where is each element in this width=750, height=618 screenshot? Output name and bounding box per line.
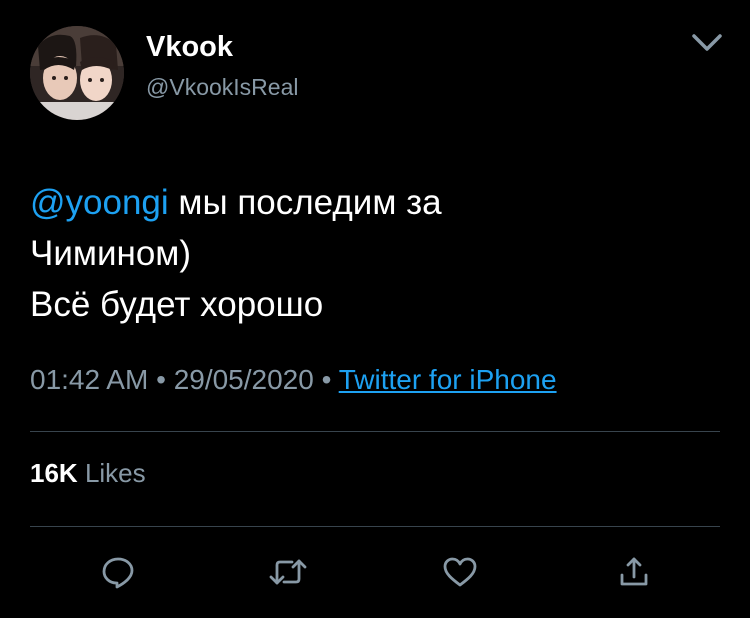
profile-photo-icon — [30, 26, 124, 120]
mention-link[interactable]: @yoongi — [30, 183, 169, 222]
retweet-icon — [269, 559, 307, 585]
avatar[interactable] — [30, 26, 124, 120]
likes-label: Likes — [84, 458, 146, 488]
tweet-text: @yoongi мы последим за Чимином) Всё буде… — [30, 177, 670, 330]
tweet-line-2: Чимином) — [30, 234, 192, 273]
meta-separator: • — [313, 364, 339, 395]
share-button[interactable] — [612, 550, 656, 594]
reply-icon — [102, 557, 134, 589]
heart-icon — [443, 557, 477, 587]
source-link[interactable]: Twitter for iPhone — [339, 364, 557, 395]
likes-stat[interactable]: 16K Likes — [30, 456, 146, 490]
tweet-line-1-text: мы последим за — [168, 183, 442, 222]
like-button[interactable] — [438, 550, 482, 594]
tweet-line-3: Всё будет хорошо — [30, 285, 324, 324]
reply-button[interactable] — [96, 550, 140, 594]
retweet-button[interactable] — [266, 550, 310, 594]
tweet-line-1: @yoongi мы последим за — [30, 177, 670, 228]
display-name[interactable]: Vkook — [146, 31, 233, 64]
divider — [30, 526, 720, 527]
tweet-time: 01:42 AM — [30, 364, 149, 395]
tweet-date: 29/05/2020 — [173, 364, 314, 395]
likes-count: 16K — [30, 458, 78, 488]
meta-separator: • — [148, 364, 174, 395]
tweet-meta: 01:42 AM • 29/05/2020 • Twitter for iPho… — [30, 362, 557, 398]
chevron-down-icon[interactable] — [690, 30, 724, 56]
divider — [30, 431, 720, 432]
handle[interactable]: @VkookIsReal — [146, 74, 298, 100]
share-icon — [620, 557, 648, 586]
